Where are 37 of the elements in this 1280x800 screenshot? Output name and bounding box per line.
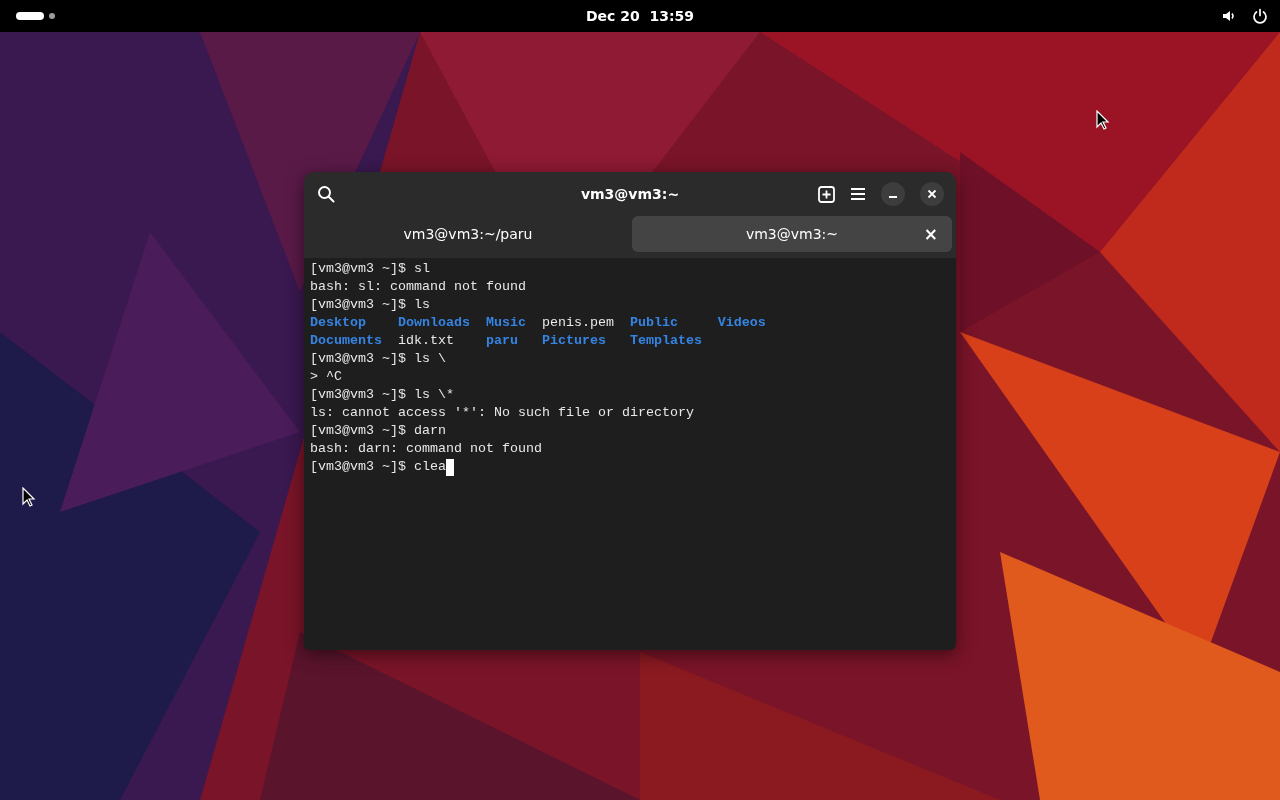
power-icon[interactable] [1252,8,1268,24]
new-tab-icon[interactable] [818,185,835,203]
terminal-line: bash: sl: command not found [310,278,526,296]
tab[interactable]: vm3@vm3:~ × [632,216,952,252]
directory-name: paru [485,332,518,350]
directory-name: Templates [629,332,702,350]
terminal-line: [vm3@vm3 ~]$ ls [310,296,430,314]
terminal-area[interactable] [304,258,956,650]
directory-name: Downloads [397,314,470,332]
file-name: penis.pem [541,314,614,332]
directory-name: Public [629,314,678,332]
directory-name: Music [485,314,526,332]
close-button[interactable] [920,182,944,206]
close-tab-button[interactable]: × [923,224,938,244]
terminal-line: [vm3@vm3 ~]$ clea [310,458,446,476]
terminal-line: > ^C [310,368,342,386]
terminal-line: [vm3@vm3 ~]$ ls \ [310,350,446,368]
directory-name: Documents [310,332,382,350]
terminal-line: [vm3@vm3 ~]$ sl [310,260,430,278]
menu-icon[interactable] [850,187,866,201]
window-title: vm3@vm3:~ [580,186,680,202]
terminal-line: ls: cannot access '*': No such file or directory [310,404,694,422]
terminal-line: [vm3@vm3 ~]$ darn [310,422,446,440]
file-name: idk.txt [397,332,454,350]
directory-name: Desktop [310,314,366,332]
workspace-indicator-icon[interactable] [16,12,56,20]
clock[interactable]: Dec 20 13:59 [585,8,695,24]
minimize-button[interactable] [881,182,905,206]
terminal-line: [vm3@vm3 ~]$ ls \* [310,386,454,404]
volume-icon[interactable] [1222,9,1236,23]
search-icon[interactable] [317,185,335,203]
terminal-line: bash: darn: command not found [310,440,542,458]
directory-name: Videos [717,314,766,332]
pointer-icon [1096,110,1110,130]
tab[interactable]: vm3@vm3:~/paru [308,216,628,252]
directory-name: Pictures [541,332,606,350]
pointer-icon [22,487,36,507]
